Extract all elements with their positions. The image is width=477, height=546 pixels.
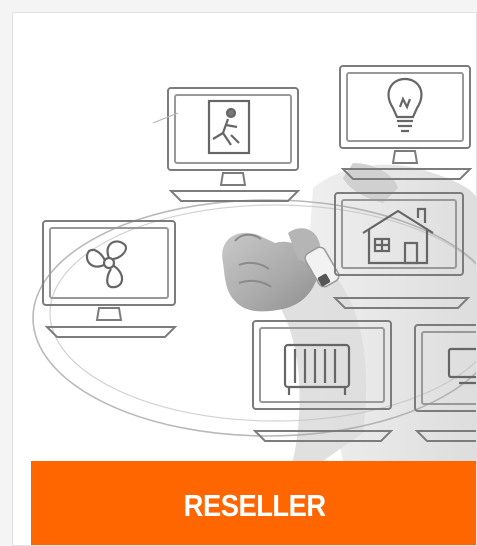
exit-sign-icon: [207, 99, 251, 155]
smart-home-illustration: [32, 65, 476, 461]
reseller-card[interactable]: RESELLER: [12, 12, 477, 546]
reseller-button[interactable]: RESELLER: [31, 461, 476, 545]
fan-monitor: [42, 220, 178, 338]
reseller-button-label: RESELLER: [183, 488, 326, 523]
fan-icon: [85, 240, 127, 289]
light-bulb-icon: [387, 77, 423, 133]
light-bulb-monitor: [339, 65, 473, 180]
exit-sign-monitor: [167, 87, 301, 202]
